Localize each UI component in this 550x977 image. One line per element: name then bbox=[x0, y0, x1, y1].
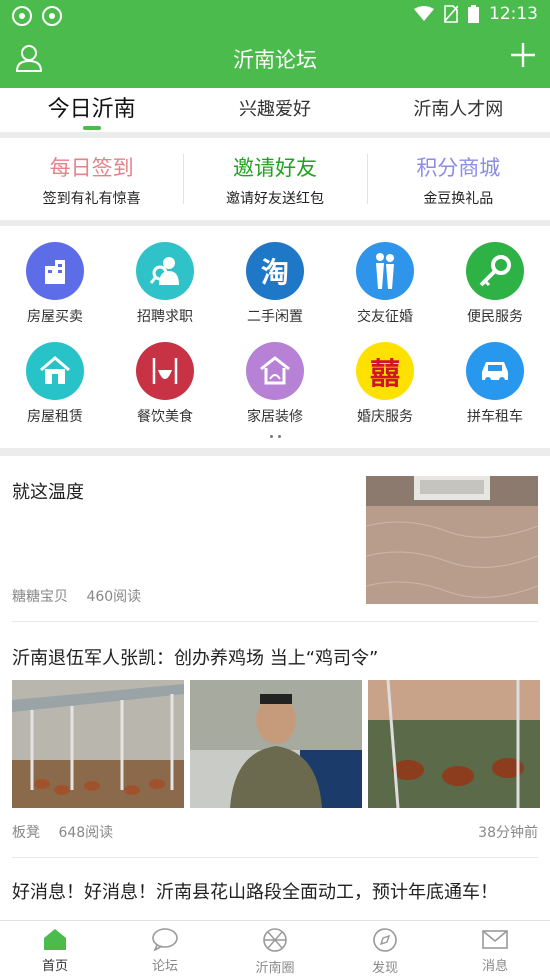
tab-hobbies[interactable]: 兴趣爱好 bbox=[183, 88, 366, 132]
nav-label: 发现 bbox=[371, 961, 398, 976]
post-title: 就这温度 bbox=[12, 482, 84, 503]
nav-circle[interactable]: 沂南圈 bbox=[220, 921, 330, 977]
service-label: 婚庆服务 bbox=[357, 409, 413, 425]
app-bar: 沂南论坛 bbox=[0, 30, 550, 88]
wifi-icon bbox=[414, 6, 434, 21]
mail-icon bbox=[482, 930, 508, 949]
channel-tabs: 今日沂南 兴趣爱好 沂南人才网 bbox=[0, 88, 550, 132]
service-house-sale[interactable]: 房屋买卖 bbox=[0, 242, 110, 326]
post-meta: 板凳 648阅读 bbox=[12, 822, 113, 842]
service-second-hand[interactable]: 淘 二手闲置 bbox=[220, 242, 330, 326]
post-time: 38分钟前 bbox=[478, 825, 538, 841]
post-reads: 648阅读 bbox=[58, 825, 114, 841]
nav-home[interactable]: 首页 bbox=[0, 921, 110, 977]
service-jobs[interactable]: 招聘求职 bbox=[110, 242, 220, 326]
post-meta: 糖糖宝贝 460阅读 bbox=[12, 586, 141, 606]
service-label: 二手闲置 bbox=[247, 309, 303, 325]
post-reads: 460阅读 bbox=[86, 589, 142, 605]
nav-label: 首页 bbox=[41, 959, 68, 974]
double-happiness-icon: 囍 bbox=[356, 342, 414, 400]
service-label: 交友征婚 bbox=[357, 309, 413, 325]
home-decor-icon bbox=[246, 342, 304, 400]
points-mall-button[interactable]: 积分商城 金豆换礼品 bbox=[366, 138, 550, 220]
couple-icon bbox=[356, 242, 414, 300]
post-author: 板凳 bbox=[12, 825, 40, 841]
notification-icon bbox=[12, 6, 32, 26]
post-image bbox=[190, 680, 362, 808]
post-feed: 就这温度 糖糖宝贝 460阅读 沂南退伍军人张凯：创办养鸡场 当上“鸡司令” 板… bbox=[0, 456, 550, 920]
home-icon bbox=[44, 929, 66, 950]
service-label: 房屋租赁 bbox=[27, 409, 83, 425]
post-image bbox=[12, 680, 184, 808]
invite-friends-button[interactable]: 邀请好友 邀请好友送红包 bbox=[183, 138, 366, 220]
promo-row: 每日签到 签到有礼有惊喜 邀请好友 邀请好友送红包 积分商城 金豆换礼品 bbox=[0, 138, 550, 220]
post-title: 好消息！好消息！沂南县花山路段全面动工，预计年底通车！ bbox=[12, 882, 498, 903]
key-icon bbox=[466, 242, 524, 300]
status-time: 12:13 bbox=[489, 4, 538, 24]
tab-today-yinan[interactable]: 今日沂南 bbox=[0, 88, 183, 132]
service-label: 家居装修 bbox=[247, 409, 303, 425]
service-home-decor[interactable]: 家居装修 bbox=[220, 342, 330, 426]
promo-title: 每日签到 bbox=[49, 156, 134, 180]
service-dining[interactable]: 餐饮美食 bbox=[110, 342, 220, 426]
nav-label: 消息 bbox=[481, 959, 508, 974]
promo-title: 邀请好友 bbox=[232, 156, 317, 180]
nav-discover[interactable]: 发现 bbox=[330, 921, 440, 977]
dining-icon bbox=[136, 342, 194, 400]
post-image bbox=[368, 680, 540, 808]
service-dating[interactable]: 交友征婚 bbox=[330, 242, 440, 326]
service-label: 便民服务 bbox=[467, 309, 523, 325]
building-icon bbox=[26, 242, 84, 300]
page-indicator bbox=[270, 435, 281, 438]
service-convenience[interactable]: 便民服务 bbox=[440, 242, 550, 326]
service-label: 招聘求职 bbox=[137, 309, 193, 325]
aperture-icon bbox=[263, 928, 287, 952]
service-carpool[interactable]: 拼车租车 bbox=[440, 342, 550, 426]
post-item[interactable]: 沂南退伍军人张凯：创办养鸡场 当上“鸡司令” 板凳 648阅读 38分钟前 bbox=[12, 622, 540, 858]
battery-icon bbox=[468, 5, 479, 23]
status-bar: 12:13 bbox=[0, 0, 550, 30]
daily-checkin-button[interactable]: 每日签到 签到有礼有惊喜 bbox=[0, 138, 183, 220]
post-author: 糖糖宝贝 bbox=[12, 589, 68, 605]
post-item[interactable]: 就这温度 糖糖宝贝 460阅读 bbox=[12, 456, 538, 622]
promo-subtitle: 签到有礼有惊喜 bbox=[42, 191, 141, 207]
carpool-icon bbox=[466, 342, 524, 400]
service-house-rent[interactable]: 房屋租赁 bbox=[0, 342, 110, 426]
post-item[interactable]: 好消息！好消息！沂南县花山路段全面动工，预计年底通车！ bbox=[12, 858, 538, 920]
nav-forum[interactable]: 论坛 bbox=[110, 921, 220, 977]
plus-icon[interactable] bbox=[510, 42, 536, 68]
page-title: 沂南论坛 bbox=[233, 48, 317, 72]
bottom-nav: 首页 论坛 沂南圈 发现 消息 bbox=[0, 920, 550, 977]
nav-label: 沂南圈 bbox=[255, 961, 295, 976]
job-search-icon bbox=[136, 242, 194, 300]
chat-bubble-icon bbox=[152, 928, 178, 951]
promo-subtitle: 金豆换礼品 bbox=[423, 191, 494, 207]
nav-messages[interactable]: 消息 bbox=[440, 921, 550, 977]
post-thumbnail bbox=[366, 476, 538, 604]
tab-talent-network[interactable]: 沂南人才网 bbox=[367, 88, 550, 132]
taobao-icon: 淘 bbox=[246, 242, 304, 300]
compass-icon bbox=[373, 928, 397, 952]
post-title: 沂南退伍军人张凯：创办养鸡场 当上“鸡司令” bbox=[12, 648, 379, 669]
house-icon bbox=[26, 342, 84, 400]
nav-label: 论坛 bbox=[151, 959, 178, 974]
service-label: 拼车租车 bbox=[467, 409, 523, 425]
promo-title: 积分商城 bbox=[416, 156, 501, 180]
service-grid: 房屋买卖 招聘求职 淘 二手闲置 交友征婚 便民服务 房屋租赁 餐饮美食 家居装… bbox=[0, 226, 550, 448]
no-sim-icon bbox=[444, 5, 458, 23]
notification-icon bbox=[42, 6, 62, 26]
service-label: 餐饮美食 bbox=[137, 409, 193, 425]
service-label: 房屋买卖 bbox=[27, 309, 83, 325]
promo-subtitle: 邀请好友送红包 bbox=[225, 191, 324, 207]
service-wedding[interactable]: 囍 婚庆服务 bbox=[330, 342, 440, 426]
